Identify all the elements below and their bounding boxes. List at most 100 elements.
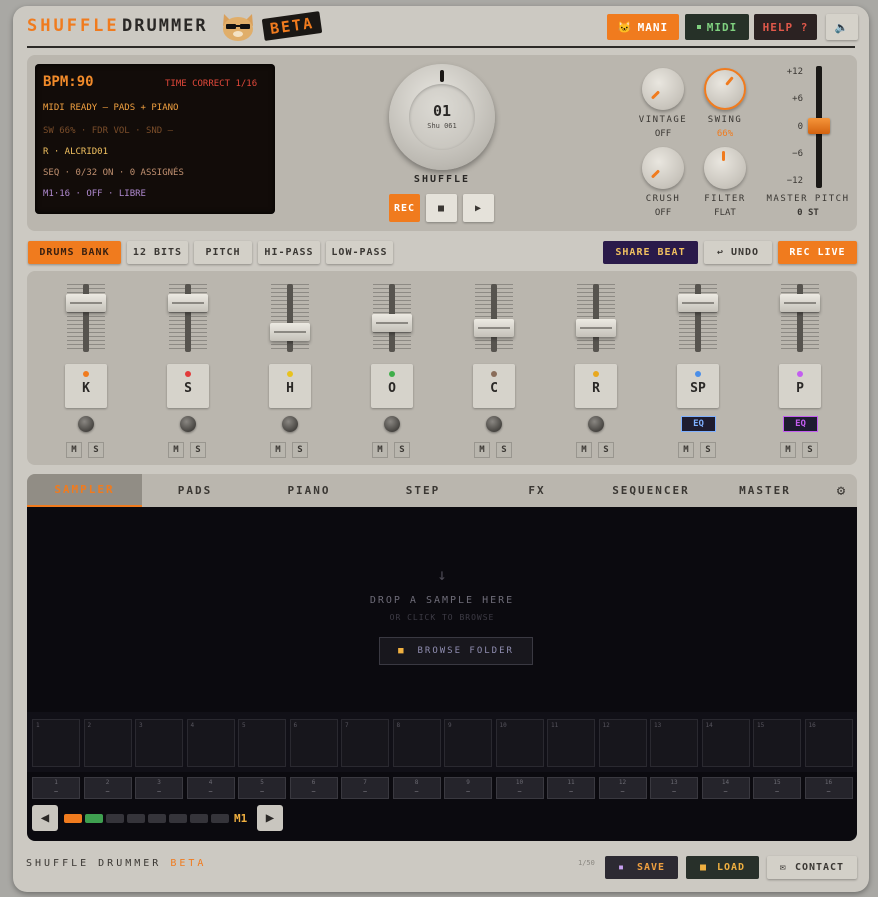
drum-pad[interactable]: O — [371, 364, 413, 408]
tab-pads[interactable]: PADS — [145, 474, 245, 507]
drum-pad[interactable]: K — [65, 364, 107, 408]
sampler-area[interactable]: ↓ DROP A SAMPLE HERE OR CLICK TO BROWSE … — [27, 507, 857, 841]
sample-cell[interactable]: 1 — [32, 719, 80, 767]
sample-cell[interactable]: 16 — [804, 719, 853, 767]
page-dot[interactable] — [106, 814, 124, 823]
sample-cell[interactable]: 11 — [547, 719, 595, 767]
swing-knob[interactable] — [704, 68, 746, 110]
step-button[interactable]: 12 — — [598, 777, 647, 799]
browse-folder-button[interactable]: ■ BROWSE FOLDER — [379, 637, 533, 665]
fader-handle[interactable] — [678, 293, 718, 312]
fader-handle[interactable] — [372, 313, 412, 332]
mute-button[interactable]: M — [678, 442, 694, 458]
drum-pad[interactable]: SP — [677, 364, 719, 408]
fader-handle[interactable] — [270, 322, 310, 341]
page-dot[interactable] — [127, 814, 145, 823]
stop-button[interactable]: ■ — [426, 194, 457, 222]
fader-handle[interactable] — [66, 293, 106, 312]
drums-bank-button[interactable]: DRUMS BANK — [28, 241, 121, 264]
filter-knob[interactable] — [704, 147, 746, 189]
gear-icon[interactable]: ⚙ — [827, 474, 857, 507]
page-dot[interactable] — [148, 814, 166, 823]
solo-button[interactable]: S — [190, 442, 206, 458]
step-button[interactable]: 1— — [32, 777, 80, 799]
master-pitch-handle[interactable] — [808, 118, 830, 134]
shuffle-knob[interactable]: 01 Shu 061 — [389, 64, 495, 170]
next-page-button[interactable]: ▶ — [257, 805, 283, 831]
lowpass-button[interactable]: LOW-PASS — [326, 241, 393, 264]
fader-track[interactable] — [491, 284, 497, 352]
load-button[interactable]: ■ LOAD — [686, 856, 759, 879]
solo-button[interactable]: S — [88, 442, 104, 458]
pan-knob[interactable] — [180, 416, 196, 432]
solo-button[interactable]: S — [496, 442, 512, 458]
mute-button[interactable]: M — [372, 442, 388, 458]
page-dot[interactable] — [64, 814, 82, 823]
pan-knob[interactable] — [384, 416, 400, 432]
solo-button[interactable]: S — [292, 442, 308, 458]
share-beat-button[interactable]: SHARE BEAT — [603, 241, 698, 264]
undo-button[interactable]: ↩ UNDO — [704, 241, 772, 264]
vintage-knob[interactable] — [642, 68, 684, 110]
step-button[interactable]: 8— — [392, 777, 441, 799]
contact-button[interactable]: ✉ CONTACT — [767, 856, 857, 879]
sample-cell[interactable]: 15 — [753, 719, 801, 767]
pan-knob[interactable] — [282, 416, 298, 432]
hipass-button[interactable]: HI-PASS — [258, 241, 320, 264]
settings-button[interactable]: 🔈 — [826, 14, 858, 40]
step-button[interactable]: 7— — [341, 777, 389, 799]
sample-cell[interactable]: 4 — [186, 719, 235, 767]
page-dot[interactable] — [85, 814, 103, 823]
fader-track[interactable] — [593, 284, 599, 352]
mute-button[interactable]: M — [780, 442, 796, 458]
step-button[interactable]: 4— — [186, 777, 235, 799]
step-button[interactable]: 2— — [83, 777, 132, 799]
step-button[interactable]: 10 — — [495, 777, 544, 799]
solo-button[interactable]: S — [802, 442, 818, 458]
page-dot[interactable] — [211, 814, 229, 823]
step-button[interactable]: 6— — [289, 777, 338, 799]
sample-cell[interactable]: 6 — [289, 719, 338, 767]
step-button[interactable]: 15 — — [753, 777, 801, 799]
sample-cell[interactable]: 7 — [341, 719, 389, 767]
sample-cell[interactable]: 10 — [495, 719, 544, 767]
bits-button[interactable]: 12 BITS — [127, 241, 188, 264]
sample-cell[interactable]: 3 — [135, 719, 183, 767]
mute-button[interactable]: M — [576, 442, 592, 458]
fader-handle[interactable] — [474, 319, 514, 338]
eq-button[interactable]: EQ — [681, 416, 716, 432]
rec-button[interactable]: REC — [389, 194, 420, 222]
pan-knob[interactable] — [78, 416, 94, 432]
tab-sampler[interactable]: SAMPLER — [27, 474, 142, 507]
step-button[interactable]: 9— — [444, 777, 492, 799]
sample-cell[interactable]: 2 — [83, 719, 132, 767]
sample-cell[interactable]: 5 — [238, 719, 286, 767]
solo-button[interactable]: S — [598, 442, 614, 458]
help-button[interactable]: HELP ? — [754, 14, 817, 40]
drum-pad[interactable]: C — [473, 364, 515, 408]
step-button[interactable]: 13 — — [650, 777, 698, 799]
step-button[interactable]: 14 — — [701, 777, 750, 799]
fader-track[interactable] — [287, 284, 293, 352]
pan-knob[interactable] — [588, 416, 604, 432]
page-dot[interactable] — [169, 814, 187, 823]
mute-button[interactable]: M — [270, 442, 286, 458]
fader-handle[interactable] — [576, 319, 616, 338]
mute-button[interactable]: M — [66, 442, 82, 458]
mute-button[interactable]: M — [168, 442, 184, 458]
eq-button[interactable]: EQ — [783, 416, 818, 432]
mani-button[interactable]: 🐱 MANI — [607, 14, 679, 40]
midi-button[interactable]: MIDI — [685, 14, 749, 40]
solo-button[interactable]: S — [700, 442, 716, 458]
crush-knob[interactable] — [642, 147, 684, 189]
pitch-button[interactable]: PITCH — [194, 241, 252, 264]
step-button[interactable]: 5— — [238, 777, 286, 799]
drum-pad[interactable]: P — [779, 364, 821, 408]
solo-button[interactable]: S — [394, 442, 410, 458]
step-button[interactable]: 11 — — [547, 777, 595, 799]
drum-pad[interactable]: S — [167, 364, 209, 408]
sample-cell[interactable]: 12 — [598, 719, 647, 767]
page-dot[interactable] — [190, 814, 208, 823]
step-button[interactable]: 3— — [135, 777, 183, 799]
fader-handle[interactable] — [780, 293, 820, 312]
